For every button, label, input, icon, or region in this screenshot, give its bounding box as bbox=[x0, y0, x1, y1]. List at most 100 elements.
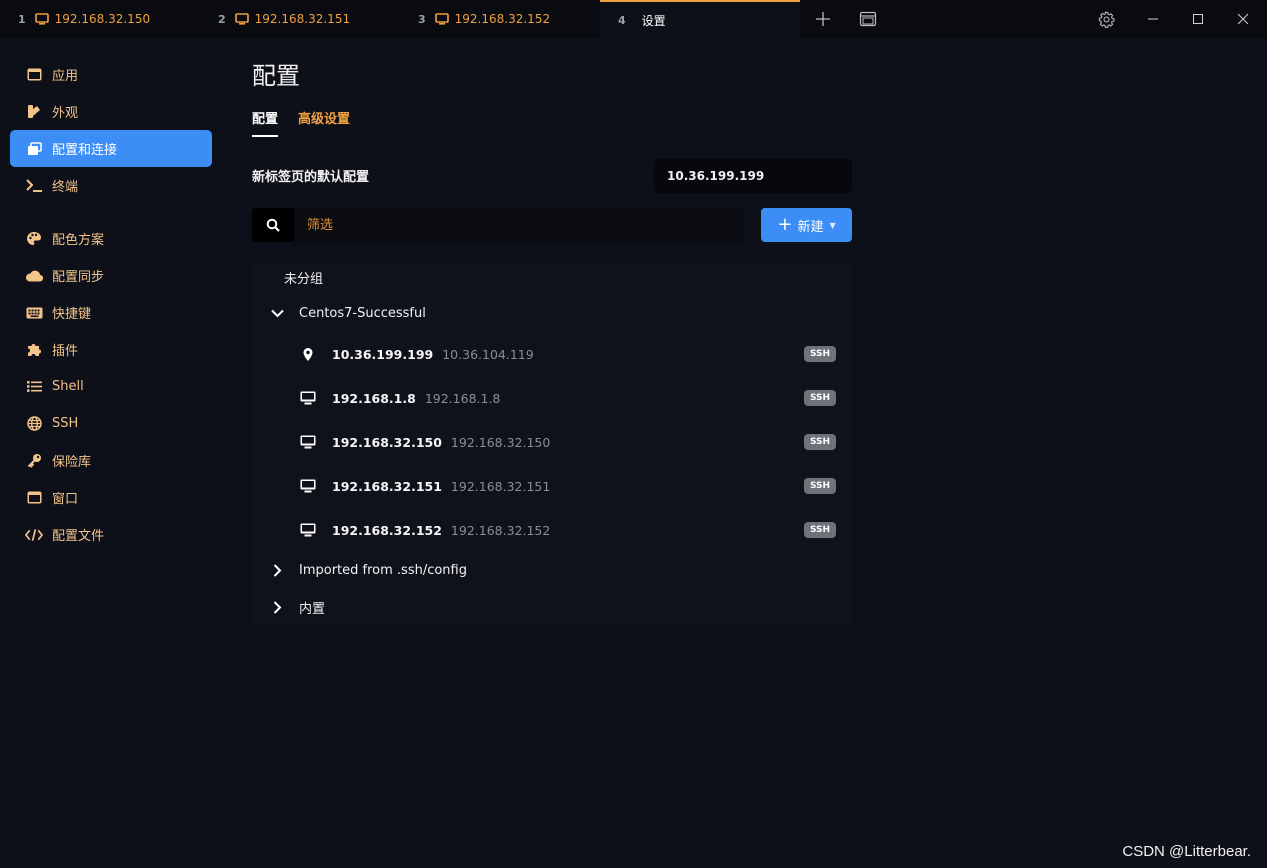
caret-down-icon: ▼ bbox=[829, 220, 836, 230]
sidebar-item-plugins[interactable]: 插件 bbox=[10, 331, 212, 368]
sidebar-item-window[interactable]: 窗口 bbox=[10, 479, 212, 516]
desktop-icon bbox=[300, 390, 316, 406]
tab-3[interactable]: 3 192.168.32.152 bbox=[400, 0, 600, 38]
sidebar-item-label: 窗口 bbox=[52, 492, 79, 507]
group-label: Centos7-Successful bbox=[299, 305, 426, 321]
profile-row[interactable]: 10.36.199.199 10.36.104.119 SSH bbox=[252, 332, 852, 376]
search-icon bbox=[252, 208, 294, 242]
windows-stack-icon bbox=[25, 140, 43, 158]
sidebar-item-label: 配置和连接 bbox=[52, 143, 118, 158]
sidebar-item-vault[interactable]: 保险库 bbox=[10, 442, 212, 479]
tab-number: 2 bbox=[218, 12, 226, 26]
profile-row[interactable]: 192.168.32.151 192.168.32.151 SSH bbox=[252, 464, 852, 508]
ssh-badge: SSH bbox=[804, 522, 836, 538]
window-list-icon bbox=[859, 11, 877, 27]
tab-number: 3 bbox=[418, 12, 426, 26]
tab-4[interactable]: 4 设置 bbox=[600, 0, 800, 38]
maximize-icon bbox=[1193, 14, 1203, 24]
tab-label: 192.168.32.151 bbox=[254, 12, 351, 26]
chevron-down-icon bbox=[270, 306, 284, 320]
tab-advanced[interactable]: 高级设置 bbox=[298, 108, 350, 137]
sidebar-item-label: Shell bbox=[52, 379, 84, 394]
tab-profiles[interactable]: 配置 bbox=[252, 108, 279, 137]
ssh-badge: SSH bbox=[804, 346, 836, 362]
sidebar-item-appearance[interactable]: 外观 bbox=[10, 93, 212, 130]
close-button[interactable] bbox=[1228, 0, 1258, 38]
group-centos7[interactable]: Centos7-Successful bbox=[252, 295, 852, 331]
sidebar-item-label: SSH bbox=[52, 416, 79, 431]
profile-row[interactable]: 192.168.1.8 192.168.1.8 SSH bbox=[252, 376, 852, 420]
group-label: 未分组 bbox=[284, 271, 324, 287]
globe-icon bbox=[25, 415, 43, 433]
profile-name: 192.168.32.152 bbox=[332, 522, 442, 538]
map-pin-icon bbox=[300, 346, 316, 362]
key-icon bbox=[25, 452, 43, 470]
tab-number: 4 bbox=[618, 13, 626, 27]
settings-button[interactable] bbox=[1091, 0, 1121, 38]
sidebar-item-label: 插件 bbox=[52, 344, 79, 359]
monitor-icon bbox=[234, 13, 249, 25]
sidebar-item-shell[interactable]: Shell bbox=[10, 368, 212, 405]
profile-name: 192.168.32.151 bbox=[332, 478, 442, 494]
profiles-button[interactable] bbox=[853, 0, 883, 38]
terminal-icon bbox=[25, 177, 43, 195]
profile-name: 192.168.32.150 bbox=[332, 434, 442, 450]
profile-name: 192.168.1.8 bbox=[332, 390, 416, 406]
window-icon bbox=[25, 66, 43, 84]
profile-host: 192.168.32.151 bbox=[450, 478, 551, 494]
profile-host: 10.36.104.119 bbox=[442, 346, 534, 362]
group-label: Imported from .ssh/config bbox=[299, 562, 467, 578]
palette-icon bbox=[25, 230, 43, 248]
profile-host: 192.168.32.150 bbox=[450, 434, 551, 450]
sidebar-item-label: 配置同步 bbox=[52, 270, 105, 285]
minimize-button[interactable] bbox=[1138, 0, 1168, 38]
chevron-right-icon bbox=[270, 600, 284, 614]
desktop-icon bbox=[300, 522, 316, 538]
window-icon bbox=[25, 489, 43, 507]
tab-1[interactable]: 1 192.168.32.150 bbox=[0, 0, 200, 38]
tab-2[interactable]: 2 192.168.32.151 bbox=[200, 0, 400, 38]
group-builtin[interactable]: 内置 bbox=[252, 589, 852, 625]
desktop-icon bbox=[300, 478, 316, 494]
group-label: 内置 bbox=[299, 601, 326, 617]
sidebar-item-color-scheme[interactable]: 配色方案 bbox=[10, 220, 212, 257]
sidebar-item-ssh[interactable]: SSH bbox=[10, 405, 212, 442]
settings-subtabs: 配置 高级设置 bbox=[252, 108, 370, 137]
sidebar-item-profiles[interactable]: 配置和连接 bbox=[10, 130, 212, 167]
profile-name: 10.36.199.199 bbox=[332, 346, 434, 362]
chevron-right-icon bbox=[270, 563, 284, 577]
new-profile-button[interactable]: + 新建 ▼ bbox=[761, 208, 852, 242]
sidebar-item-application[interactable]: 应用 bbox=[10, 56, 212, 93]
sidebar-item-terminal[interactable]: 终端 bbox=[10, 167, 212, 204]
close-icon bbox=[1237, 13, 1249, 25]
maximize-button[interactable] bbox=[1183, 0, 1213, 38]
tab-number: 1 bbox=[18, 12, 26, 26]
default-profile-select[interactable]: 10.36.199.199 bbox=[654, 159, 852, 193]
filter-input[interactable] bbox=[294, 207, 745, 243]
default-profile-label: 新标签页的默认配置 bbox=[252, 170, 370, 185]
gear-icon bbox=[1098, 11, 1114, 28]
tab-bar: 1 192.168.32.150 2 192.168.32.151 3 192.… bbox=[0, 0, 1267, 38]
profile-list: 未分组 Centos7-Successful 10.36.199.199 10.… bbox=[252, 259, 852, 627]
monitor-icon bbox=[34, 13, 49, 25]
group-imported[interactable]: Imported from .ssh/config bbox=[252, 552, 852, 588]
code-icon bbox=[25, 526, 43, 544]
tab-label: 设置 bbox=[641, 13, 666, 28]
profile-row[interactable]: 192.168.32.152 192.168.32.152 SSH bbox=[252, 508, 852, 552]
sidebar-item-hotkeys[interactable]: 快捷键 bbox=[10, 294, 212, 331]
new-tab-button[interactable] bbox=[808, 0, 838, 38]
tab-label: 192.168.32.150 bbox=[54, 12, 151, 26]
search-box bbox=[252, 207, 745, 243]
sidebar-item-config-file[interactable]: 配置文件 bbox=[10, 516, 212, 553]
sidebar-item-label: 保险库 bbox=[52, 455, 92, 470]
profile-row[interactable]: 192.168.32.150 192.168.32.150 SSH bbox=[252, 420, 852, 464]
profile-host: 192.168.32.152 bbox=[450, 522, 551, 538]
sidebar-item-config-sync[interactable]: 配置同步 bbox=[10, 257, 212, 294]
sidebar-item-label: 配色方案 bbox=[52, 233, 105, 248]
profile-host: 192.168.1.8 bbox=[424, 390, 501, 406]
puzzle-icon bbox=[25, 341, 43, 359]
list-icon bbox=[25, 378, 43, 396]
group-ungrouped[interactable]: 未分组 bbox=[252, 259, 852, 295]
sidebar-item-label: 快捷键 bbox=[52, 307, 92, 322]
settings-sidebar: 应用 外观 配置和连接 终端 配色方案 配置同步 快捷键 插件 Shell SS… bbox=[10, 56, 212, 553]
